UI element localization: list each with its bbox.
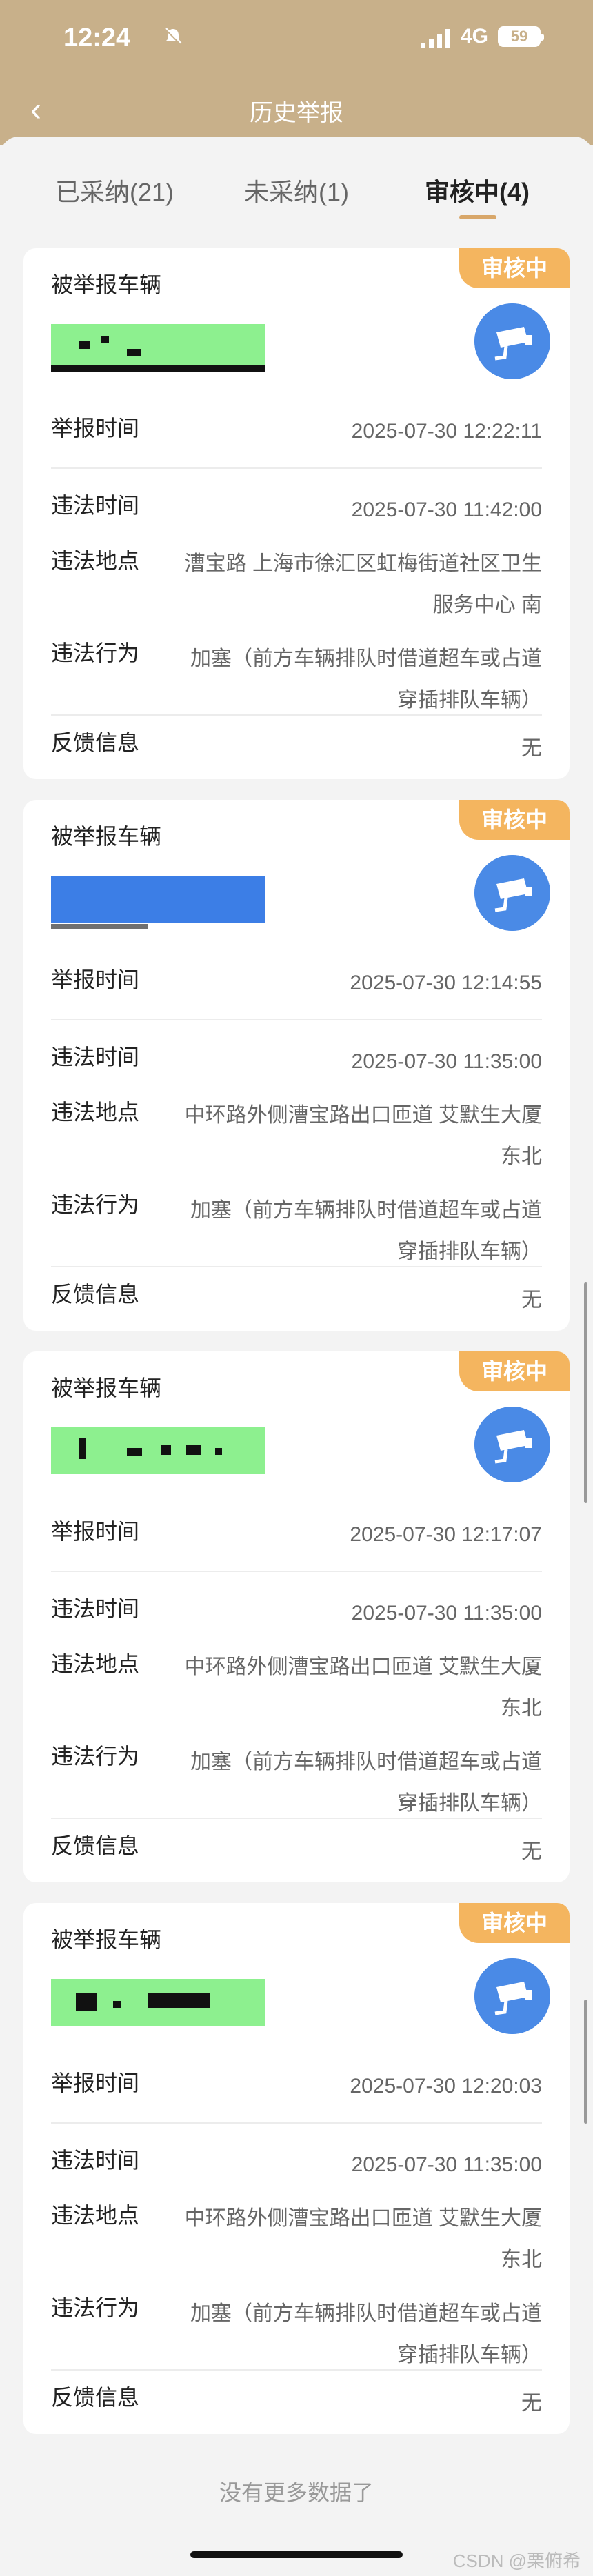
plate-image-blurred <box>51 1965 265 2041</box>
feedback-value: 无 <box>521 1289 542 1311</box>
violation-details: 违法时间 2025-07-30 11:35:00 违法地点 中环路外侧漕宝路出口… <box>51 2122 542 2405</box>
feedback-row: 反馈信息 无 <box>51 714 542 776</box>
battery-icon: 59 <box>498 26 544 47</box>
status-bar: 12:24 4G 59 <box>0 0 593 76</box>
violation-time-value: 2025-07-30 11:42:00 <box>351 499 542 521</box>
network-type: 4G <box>461 25 489 48</box>
camera-icon <box>474 855 550 931</box>
watermark: CSDN @栗俯希 <box>452 2550 581 2571</box>
report-time-value: 2025-07-30 12:17:07 <box>350 1523 542 1546</box>
behavior-value: 加塞（前方车辆排队时借道超车或占道穿插排队车辆） <box>190 1199 542 1263</box>
location-value: 中环路外侧漕宝路出口匝道 艾默生大厦 东北 <box>184 2207 542 2271</box>
behavior-value: 加塞（前方车辆排队时借道超车或占道穿插排队车辆） <box>190 2302 542 2366</box>
report-card[interactable]: 审核中 被举报车辆 举报时间 2025-07-30 12:20:03 违法时间 … <box>23 1903 570 2434</box>
feedback-row: 反馈信息 无 <box>51 2369 542 2431</box>
status-badge: 审核中 <box>459 1903 570 1943</box>
behavior-value: 加塞（前方车辆排队时借道超车或占道穿插排队车辆） <box>190 647 542 712</box>
tab-under-review[interactable]: 审核中(4) <box>425 172 530 208</box>
tab-not-adopted[interactable]: 未采纳(1) <box>244 172 349 208</box>
end-of-list-text: 没有更多数据了 <box>219 2480 374 2505</box>
behavior-value: 加塞（前方车辆排队时借道超车或占道穿插排队车辆） <box>190 1751 542 1815</box>
feedback-row: 反馈信息 无 <box>51 1266 542 1328</box>
report-time-row: 举报时间 2025-07-30 12:22:11 <box>51 397 542 466</box>
scrollbar[interactable] <box>584 1282 587 1503</box>
location-value: 中环路外侧漕宝路出口匝道 艾默生大厦 东北 <box>184 1104 542 1168</box>
report-time-value: 2025-07-30 12:22:11 <box>351 420 542 443</box>
feedback-value: 无 <box>521 737 542 760</box>
report-time-row: 举报时间 2025-07-30 12:17:07 <box>51 1500 542 1569</box>
plate-label: 被举报车辆 <box>51 824 162 849</box>
page-title: 历史举报 <box>250 100 343 126</box>
plate-label: 被举报车辆 <box>51 272 162 297</box>
feedback-value: 无 <box>521 1840 542 1863</box>
report-card[interactable]: 审核中 被举报车辆 举报时间 2025-07-30 12:17:07 违法时间 … <box>23 1351 570 1882</box>
location-value: 漕宝路 上海市徐汇区虹梅街道社区卫生服务中心 南 <box>184 552 542 616</box>
home-indicator <box>190 2551 403 2558</box>
report-time-value: 2025-07-30 12:20:03 <box>350 2075 542 2097</box>
violation-details: 违法时间 2025-07-30 11:42:00 违法地点 漕宝路 上海市徐汇区… <box>51 467 542 750</box>
violation-time-value: 2025-07-30 11:35:00 <box>351 2153 542 2176</box>
plate-image-blurred <box>51 1413 265 1489</box>
scrollbar[interactable] <box>584 2000 587 2124</box>
signal-icon <box>421 29 450 48</box>
feedback-row: 反馈信息 无 <box>51 1818 542 1880</box>
camera-icon <box>474 303 550 379</box>
status-badge: 审核中 <box>459 1351 570 1391</box>
status-badge: 审核中 <box>459 248 570 288</box>
camera-icon <box>474 1958 550 2034</box>
report-card[interactable]: 审核中 被举报车辆 举报时间 2025-07-30 12:22:11 违法时间 … <box>23 248 570 779</box>
tab-bar: 已采纳(21) 未采纳(1) 审核中(4) <box>0 137 593 226</box>
violation-time-value: 2025-07-30 11:35:00 <box>351 1602 542 1624</box>
plate-label: 被举报车辆 <box>51 1927 162 1952</box>
violation-details: 违法时间 2025-07-30 11:35:00 违法地点 中环路外侧漕宝路出口… <box>51 1571 542 1853</box>
plate-image-blurred <box>51 862 265 938</box>
location-value: 中环路外侧漕宝路出口匝道 艾默生大厦 东北 <box>184 1656 542 1720</box>
status-badge: 审核中 <box>459 800 570 840</box>
bell-muted-icon <box>164 28 182 46</box>
report-time-value: 2025-07-30 12:14:55 <box>350 972 542 994</box>
nav-bar: ‹ 历史举报 <box>0 76 593 145</box>
report-time-row: 举报时间 2025-07-30 12:14:55 <box>51 949 542 1018</box>
feedback-value: 无 <box>521 2392 542 2415</box>
violation-details: 违法时间 2025-07-30 11:35:00 违法地点 中环路外侧漕宝路出口… <box>51 1019 542 1302</box>
report-card[interactable]: 审核中 被举报车辆 举报时间 2025-07-30 12:14:55 违法时间 … <box>23 800 570 1331</box>
camera-icon <box>474 1407 550 1482</box>
active-tab-indicator <box>459 215 496 219</box>
tab-adopted[interactable]: 已采纳(21) <box>55 172 174 208</box>
plate-label: 被举报车辆 <box>51 1376 162 1400</box>
status-time: 12:24 <box>63 23 131 52</box>
report-time-row: 举报时间 2025-07-30 12:20:03 <box>51 2052 542 2121</box>
plate-image-blurred <box>51 310 265 386</box>
violation-time-value: 2025-07-30 11:35:00 <box>351 1050 542 1073</box>
